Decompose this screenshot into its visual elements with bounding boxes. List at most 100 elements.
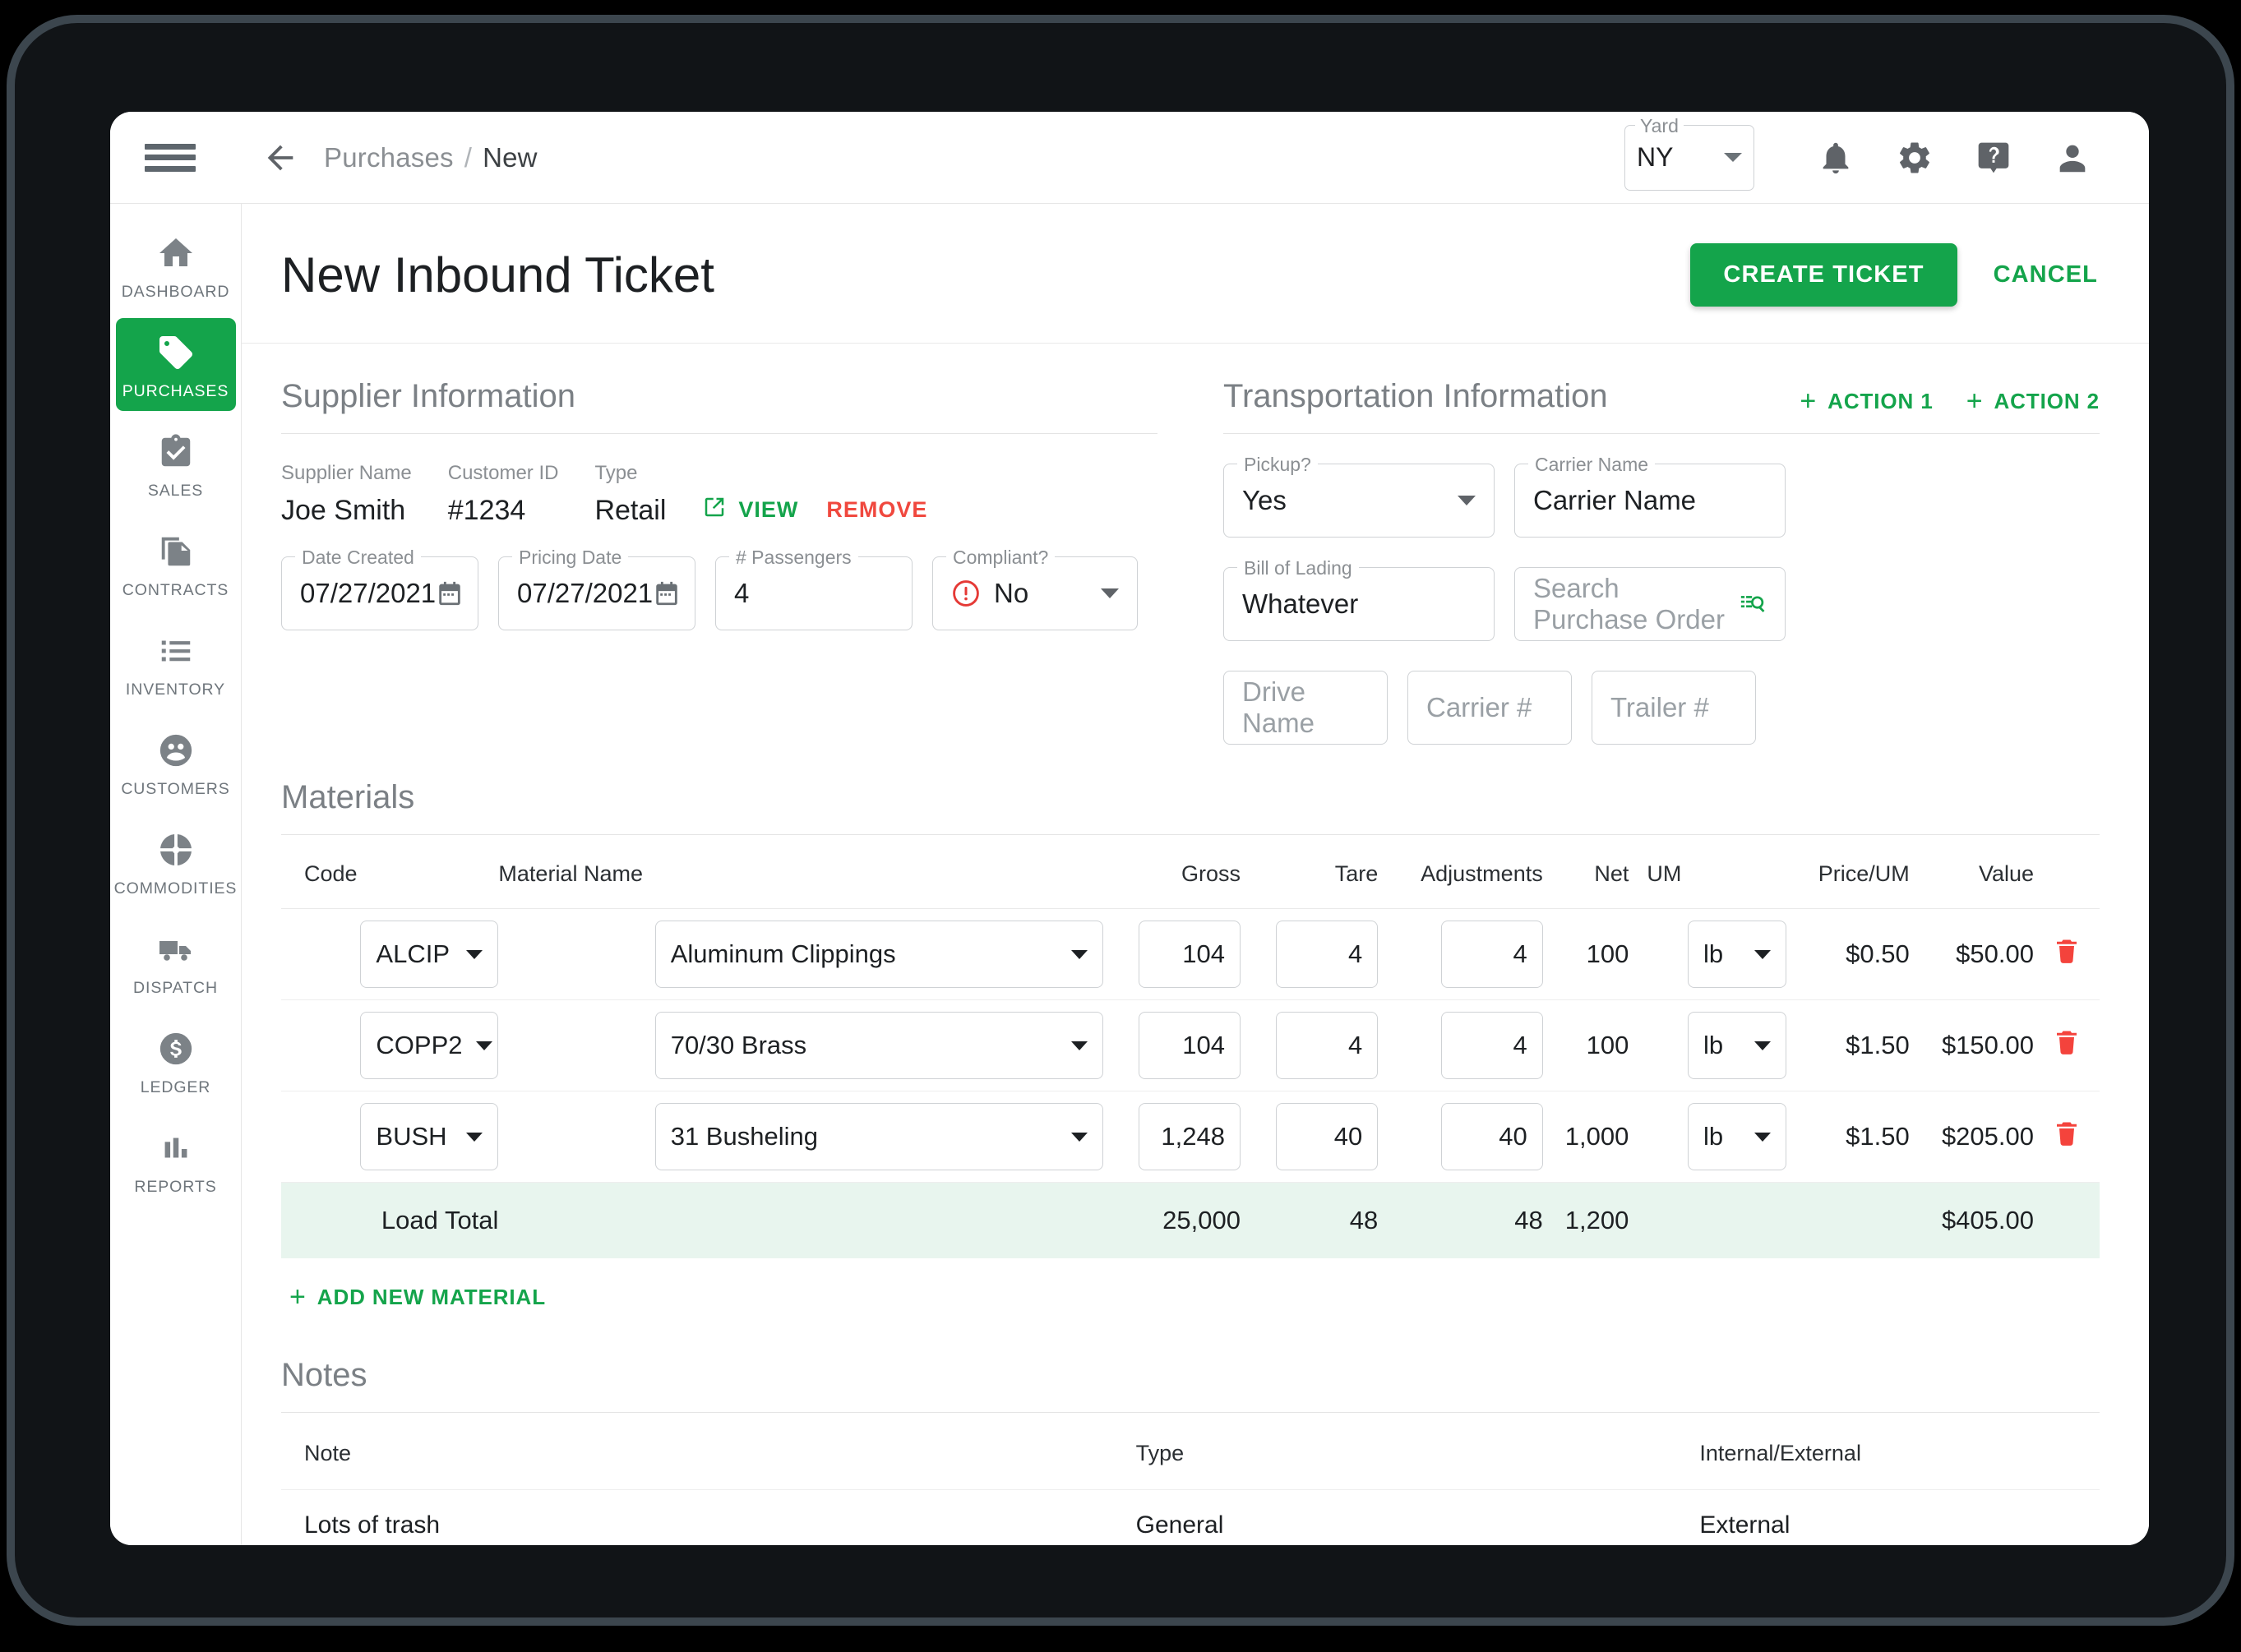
pickup-field[interactable]: Pickup? Yes bbox=[1223, 464, 1495, 538]
carrier-name-value: Carrier Name bbox=[1533, 485, 1696, 516]
arrow-left-icon[interactable] bbox=[261, 139, 299, 177]
material-adjustments-input[interactable]: 40 bbox=[1441, 1103, 1543, 1170]
bill-of-lading-field[interactable]: Bill of Lading Whatever bbox=[1223, 567, 1495, 641]
breadcrumb-current: New bbox=[483, 142, 538, 173]
material-net-value: 100 bbox=[1543, 1000, 1629, 1091]
action-2-button[interactable]: + ACTION 2 bbox=[1966, 387, 2100, 415]
sidebar-item-label: CONTRACTS bbox=[122, 581, 229, 600]
sidebar-item-commodities[interactable]: COMMODITIES bbox=[116, 815, 236, 908]
home-icon bbox=[156, 233, 196, 273]
material-code-select[interactable]: ALCIP bbox=[360, 921, 498, 988]
sidebar-item-dashboard[interactable]: DASHBOARD bbox=[116, 219, 236, 311]
material-adjustments-input[interactable]: 4 bbox=[1441, 921, 1543, 988]
supplier-name-value: Joe Smith bbox=[281, 495, 412, 527]
gear-icon[interactable] bbox=[1888, 132, 1941, 184]
compliant-field[interactable]: Compliant? No bbox=[932, 556, 1138, 630]
chevron-down-icon bbox=[1101, 588, 1119, 598]
bar-chart-icon bbox=[156, 1128, 196, 1168]
calendar-icon[interactable] bbox=[653, 579, 681, 607]
material-gross-input[interactable]: 1,248 bbox=[1139, 1103, 1241, 1170]
passengers-field[interactable]: # Passengers 4 bbox=[715, 556, 913, 630]
view-supplier-button[interactable]: VIEW bbox=[702, 495, 798, 525]
carrier-number-field[interactable]: Carrier # bbox=[1407, 671, 1572, 745]
material-name-select[interactable]: Aluminum Clippings bbox=[655, 921, 1103, 988]
chevron-down-icon bbox=[1071, 950, 1088, 959]
action-1-button[interactable]: + ACTION 1 bbox=[1800, 387, 1933, 415]
sidebar-item-contracts[interactable]: CONTRACTS bbox=[116, 517, 236, 610]
material-name-value: 31 Busheling bbox=[671, 1122, 818, 1151]
account-icon[interactable] bbox=[2046, 132, 2099, 184]
material-gross-input[interactable]: 104 bbox=[1139, 921, 1241, 988]
table-row: ALCIP Aluminum Clippings 104 4 4 100 lb … bbox=[281, 909, 2100, 1000]
material-code-select[interactable]: COPP2 bbox=[360, 1012, 498, 1079]
date-created-label: Date Created bbox=[295, 547, 421, 569]
pricing-date-value: 07/27/2021 bbox=[517, 578, 653, 609]
add-new-material-button[interactable]: + ADD NEW MATERIAL bbox=[289, 1283, 2100, 1311]
compliant-label: Compliant? bbox=[946, 547, 1055, 569]
material-gross-input[interactable]: 104 bbox=[1139, 1012, 1241, 1079]
material-price-value: $1.50 bbox=[1786, 1091, 1910, 1183]
action-2-label: ACTION 2 bbox=[1994, 389, 2100, 414]
main-content: New Inbound Ticket CREATE TICKET CANCEL … bbox=[242, 204, 2149, 1545]
material-um-select[interactable]: lb bbox=[1688, 1012, 1786, 1079]
cancel-button[interactable]: CANCEL bbox=[1994, 261, 2098, 288]
material-net-value: 100 bbox=[1543, 909, 1629, 1000]
materials-section: Materials Code Material Name Gross Tare … bbox=[242, 745, 2149, 1545]
sidebar-item-inventory[interactable]: INVENTORY bbox=[116, 616, 236, 709]
notes-section-header: Notes bbox=[281, 1311, 2100, 1413]
sidebar-item-purchases[interactable]: PURCHASES bbox=[116, 318, 236, 411]
page-header-actions: CREATE TICKET CANCEL bbox=[1690, 243, 2098, 307]
pricing-date-field[interactable]: Pricing Date 07/27/2021 bbox=[498, 556, 695, 630]
yard-select[interactable]: Yard NY bbox=[1624, 125, 1754, 191]
help-icon[interactable] bbox=[1967, 132, 2020, 184]
list-item[interactable]: Lots of trash General External bbox=[281, 1490, 2100, 1546]
material-um-select[interactable]: lb bbox=[1688, 1103, 1786, 1170]
calendar-icon[interactable] bbox=[436, 579, 464, 607]
material-adjustments-input[interactable]: 4 bbox=[1441, 1012, 1543, 1079]
supplier-name-label: Supplier Name bbox=[281, 462, 412, 485]
material-tare-input[interactable]: 40 bbox=[1276, 1103, 1378, 1170]
trash-icon[interactable] bbox=[2052, 1034, 2082, 1063]
load-total-row: Load Total 25,000 48 48 1,200 $405.00 bbox=[281, 1183, 2100, 1259]
remove-supplier-button[interactable]: REMOVE bbox=[826, 497, 927, 523]
yard-value: NY bbox=[1637, 142, 1673, 173]
sidebar-item-customers[interactable]: CUSTOMERS bbox=[116, 716, 236, 809]
transportation-row-1: Pickup? Yes Carrier Name Carrier Name bbox=[1223, 434, 2100, 538]
breadcrumb-parent[interactable]: Purchases bbox=[324, 142, 454, 173]
sidebar-item-sales[interactable]: SALES bbox=[116, 418, 236, 510]
material-um-select[interactable]: lb bbox=[1688, 921, 1786, 988]
materials-col-value: Value bbox=[1910, 840, 2034, 909]
material-value-value: $150.00 bbox=[1910, 1000, 2034, 1091]
sidebar-item-label: SALES bbox=[148, 482, 203, 501]
trailer-number-placeholder: Trailer # bbox=[1610, 692, 1709, 723]
material-tare-input[interactable]: 4 bbox=[1276, 1012, 1378, 1079]
search-purchase-order-field[interactable]: Search Purchase Order bbox=[1514, 567, 1786, 641]
people-icon bbox=[156, 731, 196, 770]
sidebar-item-reports[interactable]: REPORTS bbox=[116, 1114, 236, 1207]
materials-col-price: Price/UM bbox=[1786, 840, 1910, 909]
search-list-icon[interactable] bbox=[1739, 590, 1767, 618]
create-ticket-button[interactable]: CREATE TICKET bbox=[1690, 243, 1957, 307]
trailer-number-field[interactable]: Trailer # bbox=[1592, 671, 1756, 745]
open-in-new-icon bbox=[702, 495, 727, 525]
date-created-field[interactable]: Date Created 07/27/2021 bbox=[281, 556, 478, 630]
chevron-down-icon bbox=[466, 950, 483, 959]
plus-icon: + bbox=[1800, 387, 1817, 415]
material-name-select[interactable]: 31 Busheling bbox=[655, 1103, 1103, 1170]
customer-id-label: Customer ID bbox=[448, 462, 559, 485]
trash-icon[interactable] bbox=[2052, 943, 2082, 971]
supplier-section-title: Supplier Information bbox=[281, 378, 575, 415]
bell-icon[interactable] bbox=[1809, 132, 1862, 184]
supplier-type-field: Type Retail bbox=[594, 462, 666, 527]
driver-name-field[interactable]: Drive Name bbox=[1223, 671, 1388, 745]
material-name-select[interactable]: 70/30 Brass bbox=[655, 1012, 1103, 1079]
dollar-coin-icon bbox=[156, 1029, 196, 1068]
material-tare-input[interactable]: 4 bbox=[1276, 921, 1378, 988]
trash-icon[interactable] bbox=[2052, 1125, 2082, 1154]
material-code-select[interactable]: BUSH bbox=[360, 1103, 498, 1170]
sidebar-item-ledger[interactable]: LEDGER bbox=[116, 1014, 236, 1107]
hamburger-icon[interactable] bbox=[145, 139, 196, 177]
sidebar-item-dispatch[interactable]: DISPATCH bbox=[116, 915, 236, 1008]
load-total-value: $405.00 bbox=[1910, 1183, 2034, 1259]
carrier-name-field[interactable]: Carrier Name Carrier Name bbox=[1514, 464, 1786, 538]
